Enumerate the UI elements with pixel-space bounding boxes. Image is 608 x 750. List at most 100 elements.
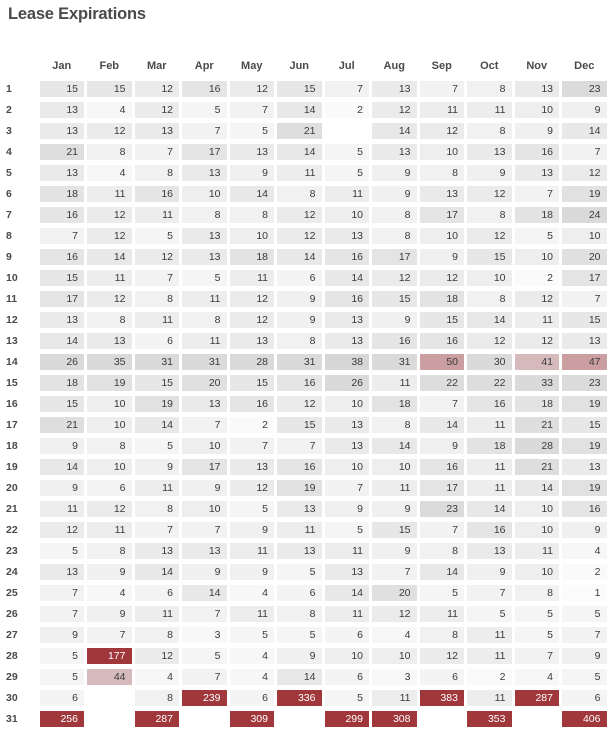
- heatmap-cell[interactable]: 4: [86, 582, 134, 603]
- heatmap-cell[interactable]: 10: [228, 225, 276, 246]
- heatmap-cell[interactable]: 10: [513, 498, 561, 519]
- heatmap-cell[interactable]: 12: [276, 393, 324, 414]
- heatmap-cell[interactable]: 12: [561, 162, 608, 183]
- heatmap-cell[interactable]: 8: [133, 288, 181, 309]
- heatmap-cell[interactable]: 11: [513, 309, 561, 330]
- heatmap-cell[interactable]: 3: [181, 624, 229, 645]
- heatmap-cell[interactable]: 10: [323, 456, 371, 477]
- heatmap-cell[interactable]: 15: [561, 414, 608, 435]
- heatmap-cell[interactable]: 11: [466, 456, 514, 477]
- heatmap-cell[interactable]: 8: [133, 624, 181, 645]
- heatmap-cell[interactable]: 38: [323, 351, 371, 372]
- heatmap-cell[interactable]: 10: [513, 99, 561, 120]
- heatmap-cell[interactable]: 5: [38, 666, 86, 687]
- heatmap-cell[interactable]: 2: [513, 267, 561, 288]
- heatmap-cell[interactable]: 5: [561, 603, 608, 624]
- heatmap-cell[interactable]: 7: [228, 99, 276, 120]
- heatmap-cell[interactable]: 9: [466, 561, 514, 582]
- heatmap-cell[interactable]: 23: [561, 78, 608, 99]
- heatmap-cell[interactable]: 14: [228, 183, 276, 204]
- heatmap-cell[interactable]: 12: [86, 120, 134, 141]
- heatmap-cell[interactable]: 12: [466, 225, 514, 246]
- heatmap-cell[interactable]: 7: [561, 141, 608, 162]
- heatmap-cell[interactable]: 11: [228, 267, 276, 288]
- heatmap-cell[interactable]: 13: [181, 540, 229, 561]
- heatmap-cell[interactable]: 7: [181, 603, 229, 624]
- heatmap-cell[interactable]: 12: [418, 120, 466, 141]
- heatmap-cell[interactable]: 5: [181, 99, 229, 120]
- heatmap-cell[interactable]: 14: [323, 582, 371, 603]
- heatmap-cell[interactable]: 13: [86, 330, 134, 351]
- heatmap-cell[interactable]: 18: [38, 183, 86, 204]
- heatmap-cell[interactable]: 8: [86, 309, 134, 330]
- heatmap-cell[interactable]: 15: [371, 519, 419, 540]
- heatmap-cell[interactable]: 9: [38, 435, 86, 456]
- heatmap-cell[interactable]: 13: [38, 309, 86, 330]
- heatmap-cell[interactable]: 10: [86, 393, 134, 414]
- heatmap-cell[interactable]: 9: [276, 645, 324, 666]
- heatmap-cell[interactable]: 2: [323, 99, 371, 120]
- heatmap-cell[interactable]: 12: [38, 519, 86, 540]
- heatmap-cell[interactable]: 11: [371, 477, 419, 498]
- heatmap-cell[interactable]: 7: [38, 225, 86, 246]
- heatmap-cell[interactable]: 7: [371, 561, 419, 582]
- heatmap-cell[interactable]: 16: [133, 183, 181, 204]
- heatmap-cell[interactable]: 19: [133, 393, 181, 414]
- heatmap-cell[interactable]: 7: [133, 267, 181, 288]
- heatmap-cell[interactable]: 21: [513, 456, 561, 477]
- heatmap-cell[interactable]: 31: [181, 351, 229, 372]
- heatmap-cell[interactable]: 8: [86, 435, 134, 456]
- heatmap-cell[interactable]: 20: [181, 372, 229, 393]
- heatmap-cell[interactable]: [276, 708, 324, 729]
- heatmap-cell[interactable]: 12: [276, 225, 324, 246]
- heatmap-cell[interactable]: 15: [371, 288, 419, 309]
- heatmap-cell[interactable]: 4: [371, 624, 419, 645]
- heatmap-cell[interactable]: 35: [86, 351, 134, 372]
- heatmap-cell[interactable]: 5: [513, 603, 561, 624]
- heatmap-cell[interactable]: 10: [561, 225, 608, 246]
- heatmap-cell[interactable]: 10: [371, 456, 419, 477]
- heatmap-cell[interactable]: 13: [561, 456, 608, 477]
- heatmap-cell[interactable]: 10: [181, 435, 229, 456]
- heatmap-cell[interactable]: 4: [86, 162, 134, 183]
- heatmap-cell[interactable]: 287: [133, 708, 181, 729]
- heatmap-cell[interactable]: 10: [418, 225, 466, 246]
- heatmap-cell[interactable]: 10: [86, 414, 134, 435]
- heatmap-cell[interactable]: 383: [418, 687, 466, 708]
- heatmap-cell[interactable]: 14: [418, 414, 466, 435]
- heatmap-cell[interactable]: 15: [133, 372, 181, 393]
- heatmap-cell[interactable]: 5: [38, 540, 86, 561]
- heatmap-cell[interactable]: 13: [228, 141, 276, 162]
- heatmap-cell[interactable]: 6: [38, 687, 86, 708]
- heatmap-cell[interactable]: 21: [38, 141, 86, 162]
- heatmap-cell[interactable]: 3: [371, 666, 419, 687]
- heatmap-cell[interactable]: 11: [466, 687, 514, 708]
- heatmap-cell[interactable]: 9: [466, 162, 514, 183]
- heatmap-cell[interactable]: 7: [86, 624, 134, 645]
- heatmap-cell[interactable]: 13: [323, 330, 371, 351]
- heatmap-cell[interactable]: 9: [86, 561, 134, 582]
- heatmap-cell[interactable]: 239: [181, 687, 229, 708]
- heatmap-cell[interactable]: 9: [86, 603, 134, 624]
- heatmap-cell[interactable]: 8: [371, 225, 419, 246]
- heatmap-cell[interactable]: 16: [228, 393, 276, 414]
- heatmap-cell[interactable]: 20: [561, 246, 608, 267]
- heatmap-cell[interactable]: 31: [371, 351, 419, 372]
- heatmap-cell[interactable]: 16: [323, 288, 371, 309]
- heatmap-cell[interactable]: 7: [181, 414, 229, 435]
- heatmap-cell[interactable]: 12: [371, 99, 419, 120]
- heatmap-cell[interactable]: 13: [38, 99, 86, 120]
- heatmap-cell[interactable]: 14: [38, 330, 86, 351]
- heatmap-cell[interactable]: 17: [181, 141, 229, 162]
- heatmap-cell[interactable]: 8: [133, 162, 181, 183]
- heatmap-cell[interactable]: 14: [323, 267, 371, 288]
- heatmap-cell[interactable]: 13: [228, 330, 276, 351]
- heatmap-cell[interactable]: 4: [228, 666, 276, 687]
- heatmap-cell[interactable]: 12: [133, 246, 181, 267]
- heatmap-cell[interactable]: 7: [133, 519, 181, 540]
- heatmap-cell[interactable]: 11: [133, 477, 181, 498]
- heatmap-cell[interactable]: 4: [561, 540, 608, 561]
- heatmap-cell[interactable]: 15: [276, 414, 324, 435]
- heatmap-cell[interactable]: 5: [228, 120, 276, 141]
- heatmap-cell[interactable]: 8: [418, 162, 466, 183]
